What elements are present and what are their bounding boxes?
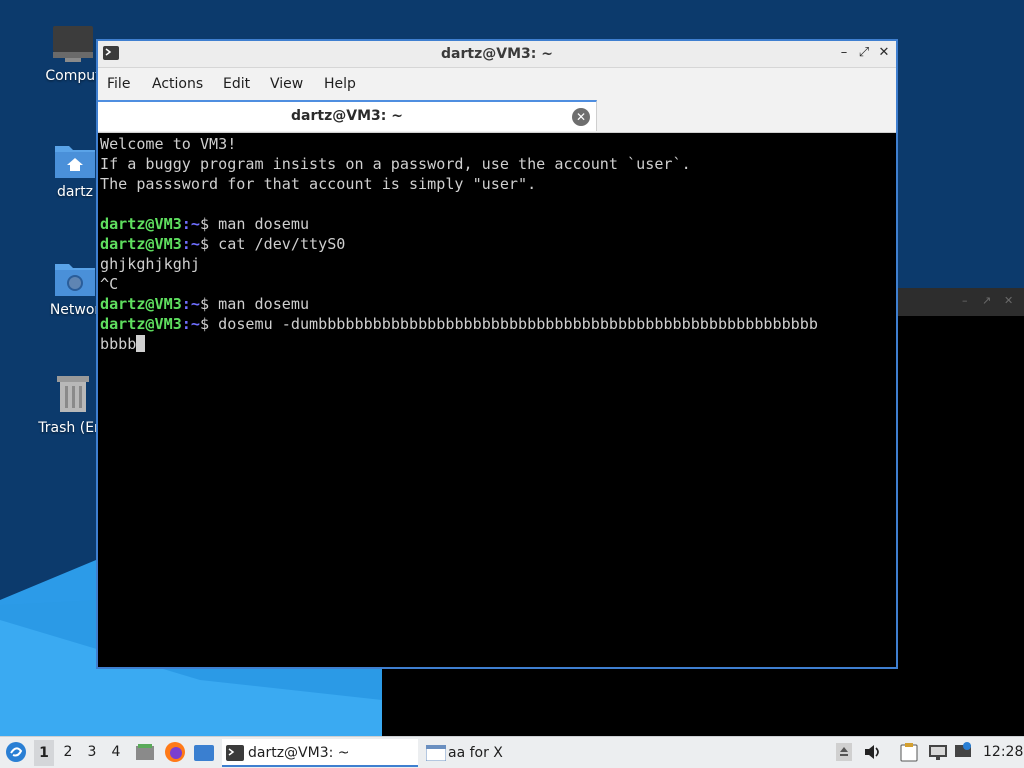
terminal-line: Welcome to VM3! [100,135,237,153]
clock[interactable]: 12:28 [983,744,1023,760]
desktop-icon-label: Comput [45,68,101,84]
computer-icon [53,26,93,62]
command-text: man dosemu [218,295,310,313]
prompt-user: dartz@VM3 [100,235,182,253]
terminal-line: If a buggy program insists on a password… [100,155,691,173]
clipboard-icon[interactable] [900,742,918,762]
tab-bar: dartz@VM3: ~ ✕ [98,100,896,133]
workspace-3[interactable]: 3 [82,744,102,760]
taskbar: 1 2 3 4 dartz@VM3: ~ aa for X 12:28 [0,736,1024,768]
prompt-symbol: $ [199,235,219,253]
close-icon[interactable]: ✕ [876,45,892,61]
close-icon[interactable]: ✕ [1004,294,1013,307]
notification-icon[interactable] [954,741,972,759]
tab-label: dartz@VM3: ~ [291,108,403,124]
maximize-icon[interactable]: ↗ [982,294,991,307]
command-text: dosemu -dumbbbbbbbbbbbbbbbbbbbbbbbbbbbbb… [218,315,818,333]
workspace-4[interactable]: 4 [106,744,126,760]
prompt-symbol: $ [199,295,219,313]
prompt-user: dartz@VM3 [100,215,182,233]
window-icon [426,745,446,761]
menu-file[interactable]: File [107,76,130,92]
prompt-user: dartz@VM3 [100,295,182,313]
terminal-input-line[interactable]: bbbb [100,334,894,354]
menu-view[interactable]: View [270,76,303,92]
command-text: cat /dev/ttyS0 [218,235,346,253]
terminal-line: ghjkghjkghj [100,255,200,273]
home-folder-icon [55,146,95,178]
task-aa-for-x[interactable]: aa for X [422,739,612,767]
firefox-icon[interactable] [164,741,186,763]
menu-help[interactable]: Help [324,76,356,92]
desktop: Comput dartz Networ Trash (Em – ↗ ✕ dart… [0,0,1024,736]
command-text: bbbb [100,335,137,353]
task-label: dartz@VM3: ~ [248,745,350,761]
workspace-2[interactable]: 2 [58,744,78,760]
desktop-icon-label: dartz [56,184,94,200]
terminal-line: The passsword for that account is simply… [100,175,537,193]
show-desktop-icon[interactable] [193,744,215,762]
prompt-path: :~ [181,295,200,313]
desktop-icon-label: Networ [49,302,101,318]
file-manager-icon[interactable] [134,742,156,762]
terminal-command-line: dartz@VM3:~$ man dosemu [100,214,894,234]
text-cursor [136,335,146,352]
terminal-output[interactable]: Welcome to VM3! If a buggy program insist… [98,133,896,667]
terminal-command-line: dartz@VM3:~$ man dosemu [100,294,894,314]
prompt-user: dartz@VM3 [100,315,182,333]
terminal-app-icon [226,745,244,761]
command-text: man dosemu [218,215,310,233]
terminal-command-line: dartz@VM3:~$ dosemu -dumbbbbbbbbbbbbbbbb… [100,314,894,334]
prompt-path: :~ [181,315,200,333]
workspace-1[interactable]: 1 [34,740,54,766]
prompt-symbol: $ [199,215,219,233]
tab-terminal[interactable]: dartz@VM3: ~ ✕ [98,100,597,131]
menu-actions[interactable]: Actions [152,76,203,92]
network-icon[interactable] [928,743,948,761]
volume-icon[interactable] [863,743,883,761]
terminal-command-line: dartz@VM3:~$ cat /dev/ttyS0 [100,234,894,254]
minimize-icon[interactable]: – [836,45,852,61]
prompt-path: :~ [181,215,200,233]
prompt-symbol: $ [199,315,219,333]
terminal-window[interactable]: dartz@VM3: ~ – ⤢ ✕ File Actions Edit Vie… [96,39,898,669]
start-menu-icon[interactable] [5,741,27,763]
terminal-line: ^C [100,275,119,293]
window-titlebar[interactable]: dartz@VM3: ~ – ⤢ ✕ [98,41,896,68]
minimize-icon[interactable]: – [962,294,968,307]
network-folder-icon [55,264,95,296]
menubar: File Actions Edit View Help [98,68,896,100]
window-title: dartz@VM3: ~ [441,46,553,62]
maximize-icon[interactable]: ⤢ [856,45,872,61]
eject-icon[interactable] [836,743,852,761]
task-terminal[interactable]: dartz@VM3: ~ [222,739,418,767]
trash-icon [57,376,89,412]
tab-close-icon[interactable]: ✕ [572,108,590,126]
prompt-path: :~ [181,235,200,253]
task-label: aa for X [448,745,503,761]
menu-edit[interactable]: Edit [223,76,250,92]
